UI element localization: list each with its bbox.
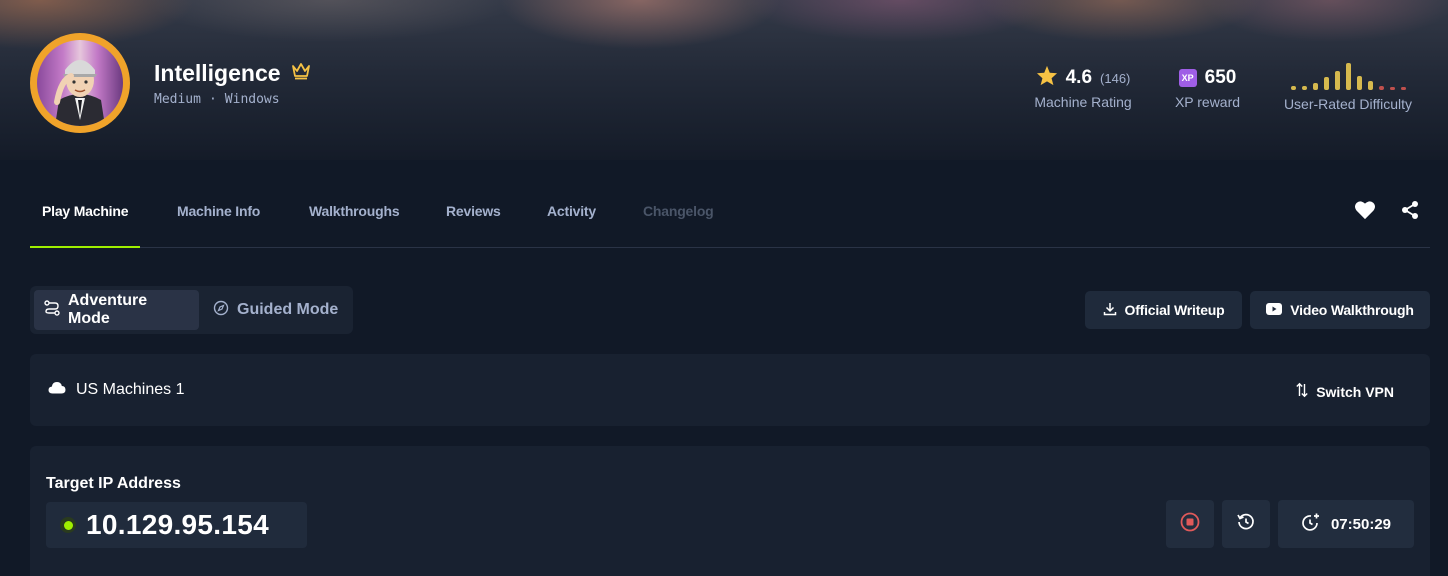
youtube-icon [1266,302,1283,318]
avatar-illustration [54,60,105,126]
switch-vpn-label: Switch VPN [1316,383,1394,400]
xp-label: XP reward [1174,94,1241,110]
difficulty-bar [1367,81,1373,90]
difficulty-bar [1345,63,1351,90]
stop-machine-button[interactable] [1166,500,1214,548]
target-ip-label: Target IP Address [46,475,181,492]
tab-walkthroughs[interactable]: Walkthroughs [309,190,400,247]
cloud-icon [48,381,66,399]
crown-icon [291,62,311,85]
vpn-server-name: US Machines 1 [76,381,185,398]
swap-icon [1296,382,1308,401]
difficulty-bar [1312,83,1318,90]
adventure-mode-button[interactable]: Adventure Mode [34,290,199,330]
machine-title: Intelligence [154,60,311,87]
video-walkthrough-button[interactable]: Video Walkthrough [1250,291,1430,329]
machine-name: Intelligence [154,60,281,86]
difficulty-label: User-Rated Difficulty [1283,96,1413,112]
target-ip-value: 10.129.95.154 [86,509,269,540]
extend-timer-icon [1301,512,1321,536]
tab-reviews[interactable]: Reviews [446,190,501,247]
difficulty-chart [1278,56,1418,90]
extend-timer-button[interactable]: 07:50:29 [1278,500,1414,548]
xp-reward: XP 650 XP reward [1170,66,1245,110]
guided-mode-button[interactable]: Guided Mode [203,290,349,330]
reset-icon [1236,512,1256,536]
switch-vpn-button[interactable]: Switch VPN [1296,382,1394,401]
difficulty-text: Medium [154,92,201,107]
machine-tabs: Play Machine Machine Info Walkthroughs R… [29,190,1430,248]
share-icon[interactable] [1400,200,1420,225]
rating-count: (146) [1100,70,1131,86]
machine-rating: 4.6 (146) Machine Rating [1028,65,1138,110]
machine-meta: Medium · Windows [154,92,280,107]
reset-machine-button[interactable] [1222,500,1270,548]
tab-machine-info[interactable]: Machine Info [177,190,260,247]
tab-activity[interactable]: Activity [547,190,596,247]
difficulty-bar [1389,87,1395,90]
guided-mode-label: Guided Mode [237,301,339,318]
vpn-panel: US Machines 1 Switch VPN [30,354,1430,426]
star-icon [1036,65,1058,91]
difficulty-bar [1301,86,1307,90]
difficulty-bar [1290,86,1296,90]
xp-icon: XP [1178,69,1197,87]
video-walkthrough-label: Video Walkthrough [1290,302,1414,318]
tab-changelog: Changelog [643,203,714,219]
compass-icon [213,300,229,321]
stop-icon [1180,512,1200,536]
adventure-mode-label: Adventure Mode [68,292,148,327]
user-rated-difficulty[interactable]: User-Rated Difficulty [1278,56,1418,112]
difficulty-bar [1323,77,1329,90]
mode-toggle: Adventure Mode Guided Mode [30,286,353,334]
machine-avatar [30,33,130,133]
meta-separator: · [208,92,217,107]
difficulty-bar [1400,87,1406,90]
difficulty-bar [1378,86,1384,90]
route-icon [44,299,60,321]
target-panel: Target IP Address 10.129.95.154 07:50:29 [30,446,1430,576]
vpn-server: US Machines 1 [48,381,185,399]
rating-label: Machine Rating [1034,94,1132,110]
difficulty-bar [1356,76,1362,90]
xp-value: 650 [1204,67,1237,88]
official-writeup-button[interactable]: Official Writeup [1085,291,1242,329]
tab-play-machine[interactable]: Play Machine [29,190,141,248]
heart-icon[interactable] [1354,200,1376,225]
difficulty-bar [1334,71,1340,90]
os-text: Windows [224,92,280,107]
target-ip-box[interactable]: 10.129.95.154 [46,502,307,548]
timer-value: 07:50:29 [1330,515,1392,533]
status-online-indicator [60,517,76,533]
rating-value: 4.6 [1065,67,1093,88]
download-icon [1103,302,1117,319]
tab-actions [1354,200,1420,225]
official-writeup-label: Official Writeup [1124,302,1225,318]
